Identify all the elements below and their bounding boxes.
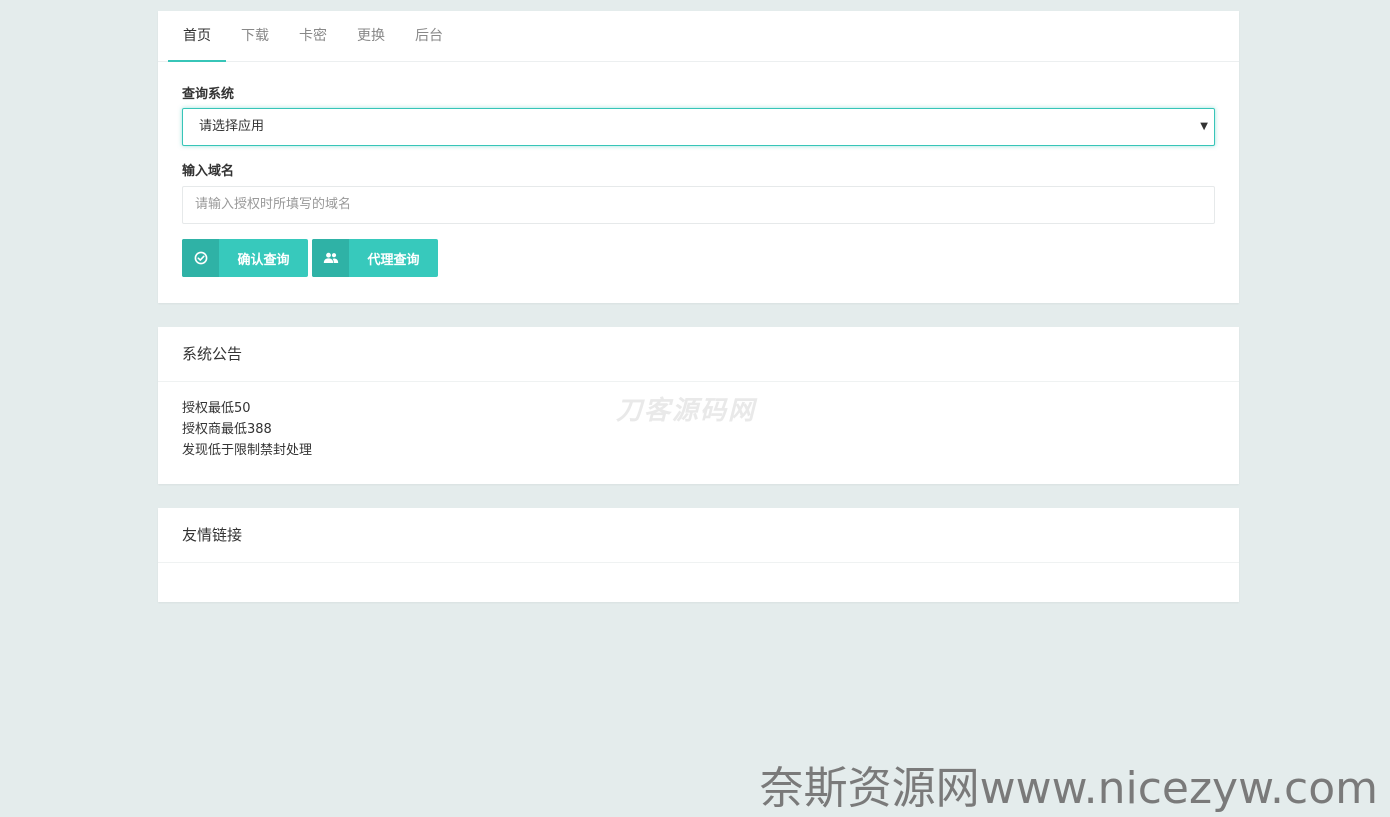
query-form: 查询系统 请选择应用 ▼ 输入域名 请输入授权时所填写的域名 确认查询 代理查询: [158, 62, 1239, 277]
footer-watermark: 奈斯资源网www.nicezyw.com: [759, 763, 1378, 814]
confirm-query-button[interactable]: 确认查询: [182, 239, 308, 277]
links-card: 友情链接: [158, 508, 1239, 602]
tab-card-key[interactable]: 卡密: [284, 11, 342, 61]
agent-query-label: 代理查询: [367, 252, 420, 268]
caret-down-icon: ▼: [1200, 121, 1208, 132]
tab-download[interactable]: 下载: [226, 11, 284, 61]
system-label: 查询系统: [182, 87, 235, 102]
users-icon: [312, 239, 349, 277]
domain-input[interactable]: 请输入授权时所填写的域名: [182, 186, 1215, 224]
notice-card: 系统公告 授权最低50 授权商最低388 发现低于限制禁封处理 刀客源码网: [158, 327, 1239, 484]
domain-label: 输入域名: [182, 164, 235, 179]
center-watermark: 刀客源码网: [616, 396, 757, 426]
check-circle-icon: [182, 239, 219, 277]
button-group: 确认查询 代理查询: [182, 239, 1215, 277]
query-card: 首页 下载 卡密 更换 后台 查询系统 请选择应用 ▼ 输入域名 请输入授权时所…: [158, 11, 1239, 303]
tab-admin[interactable]: 后台: [400, 11, 458, 61]
tab-bar: 首页 下载 卡密 更换 后台: [158, 11, 1239, 62]
links-title: 友情链接: [158, 508, 1239, 563]
agent-query-button[interactable]: 代理查询: [312, 239, 438, 277]
tab-home[interactable]: 首页: [168, 11, 226, 62]
confirm-query-label: 确认查询: [237, 252, 290, 268]
notice-line: 发现低于限制禁封处理: [182, 443, 313, 458]
app-select-value: 请选择应用: [199, 119, 265, 134]
tab-replace[interactable]: 更换: [342, 11, 400, 61]
app-select[interactable]: 请选择应用 ▼: [182, 108, 1215, 146]
notice-title: 系统公告: [158, 327, 1239, 382]
